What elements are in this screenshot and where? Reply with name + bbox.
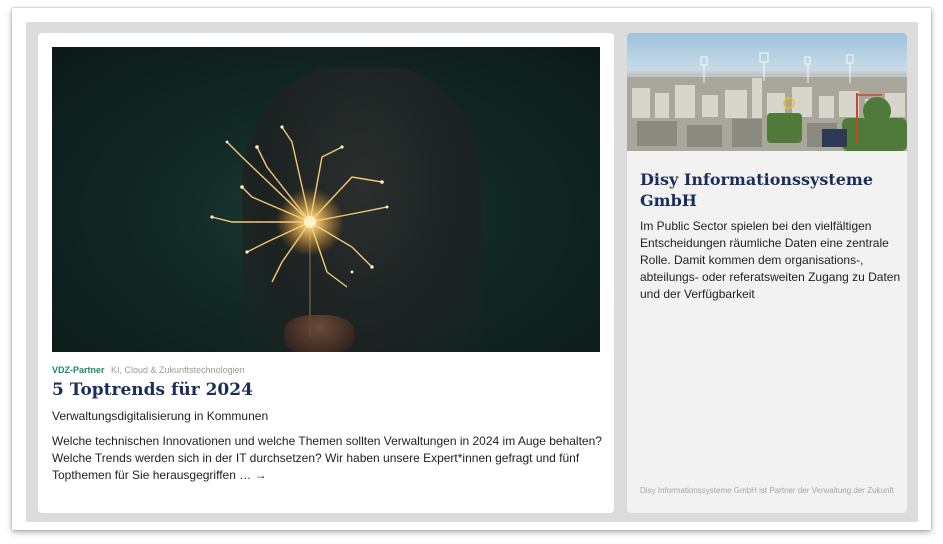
- category-tag[interactable]: KI, Cloud & Zukunftstechnologien: [111, 365, 245, 375]
- city-skyline-icon: [627, 52, 907, 151]
- article-meta: VDZ-Partner KI, Cloud & Zukunftstechnolo…: [52, 365, 245, 375]
- partner-title[interactable]: Disy Informationssysteme GmbH: [640, 169, 900, 211]
- article-title[interactable]: 5 Toptrends für 2024: [52, 380, 253, 400]
- partner-tag[interactable]: VDZ-Partner: [52, 365, 105, 375]
- partner-footnote: Disy Informationssysteme GmbH ist Partne…: [640, 486, 894, 495]
- article-description-text: Welche technischen Innovationen und welc…: [52, 434, 602, 482]
- sparkler-icon: [210, 125, 389, 337]
- read-more-arrow-icon[interactable]: →: [255, 468, 267, 482]
- partner-card-disy[interactable]: Disy Informationssysteme GmbH Im Public …: [627, 33, 907, 513]
- article-subtitle: Verwaltungsdigitalisierung in Kommunen: [52, 409, 269, 423]
- sparkler-image[interactable]: [52, 47, 600, 352]
- city-aerial-image[interactable]: [627, 33, 907, 151]
- partner-description: Im Public Sector spielen bei den vielfäl…: [640, 219, 901, 301]
- article-card-toptrends[interactable]: VDZ-Partner KI, Cloud & Zukunftstechnolo…: [38, 33, 614, 513]
- article-description: Welche technischen Innovationen und welc…: [52, 433, 602, 484]
